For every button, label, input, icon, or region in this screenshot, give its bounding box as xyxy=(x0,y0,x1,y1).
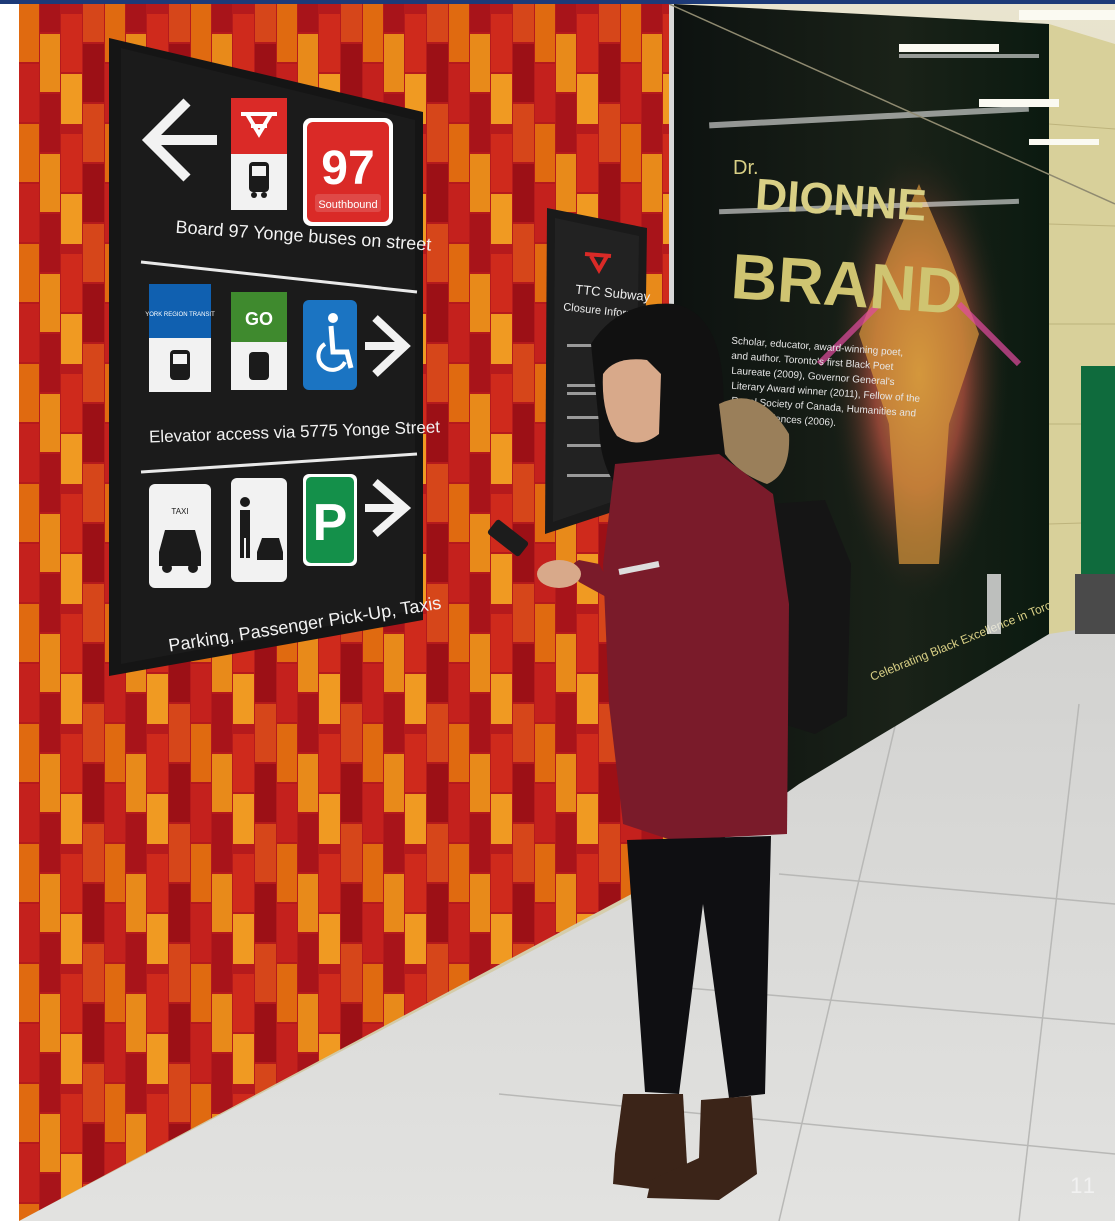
passenger-pickup-icon xyxy=(231,478,287,582)
route-direction: Southbound xyxy=(318,199,377,211)
route-97-badge: 97 Southbound xyxy=(303,118,393,226)
wayfinding-sign: 97 Southbound Board 97 Yonge buses on st… xyxy=(109,38,443,676)
green-corridor-sign xyxy=(1081,366,1115,581)
go-transit-logo-icon: GO xyxy=(231,292,287,390)
taxi-roof-label: TAXI xyxy=(171,507,188,516)
parking-icon: P xyxy=(303,474,357,566)
go-label: GO xyxy=(245,309,273,329)
slide-frame: Dr. DIONNE BRAND Scholar, educator, awar… xyxy=(0,0,1115,1221)
route-number: 97 xyxy=(321,142,374,195)
yrt-label: YORK REGION TRANSIT xyxy=(145,312,215,318)
mural-prefix: Dr. xyxy=(733,157,759,179)
ttc-logo-icon xyxy=(231,98,287,210)
taxi-icon: TAXI xyxy=(149,484,211,588)
subway-station-photo: Dr. DIONNE BRAND Scholar, educator, awar… xyxy=(19,4,1115,1221)
parking-label: P xyxy=(313,494,348,552)
yrt-logo-icon: YORK REGION TRANSIT xyxy=(145,284,215,392)
wheelchair-icon xyxy=(303,300,357,390)
page-number: 11 xyxy=(1070,1173,1097,1198)
